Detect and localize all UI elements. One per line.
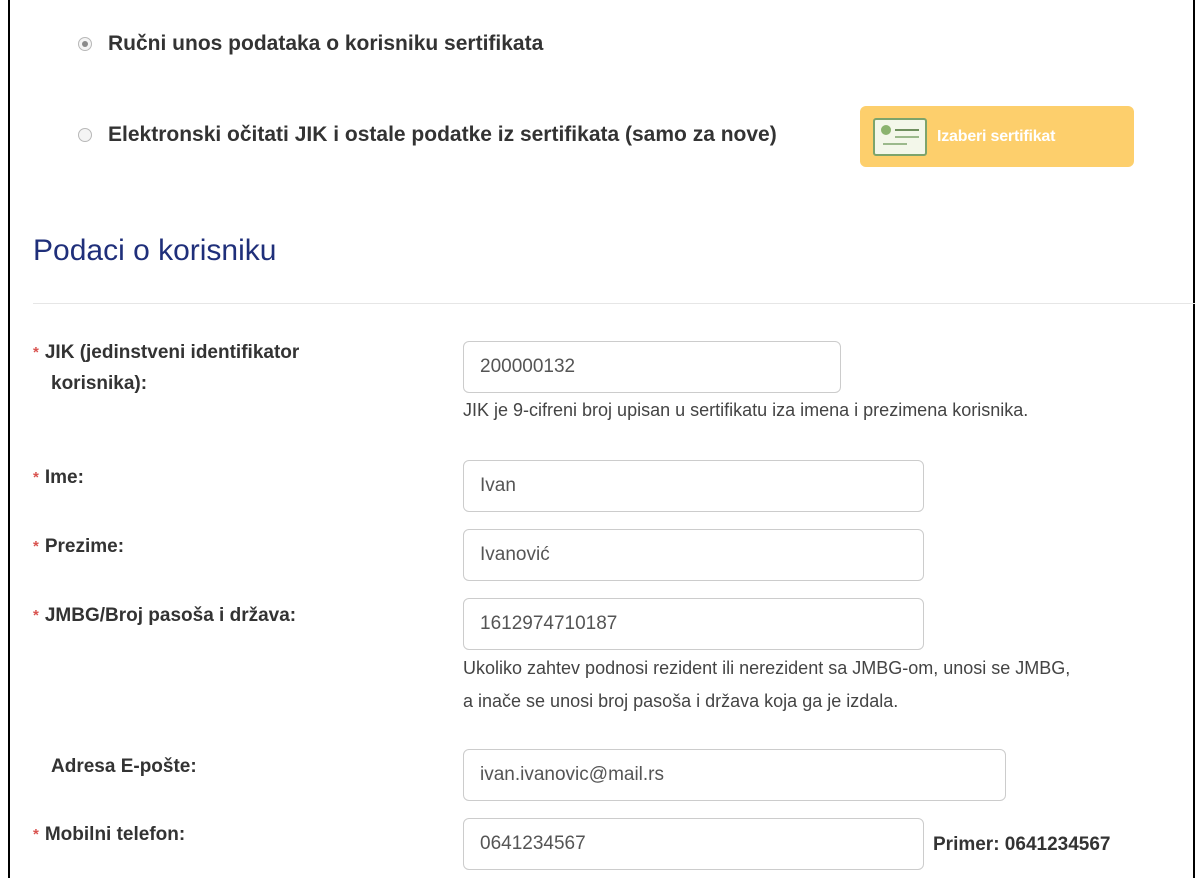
- ime-label-text: Ime:: [44, 467, 84, 488]
- jmbg-help-line1: Ukoliko zahtev podnosi rezident ili nere…: [463, 658, 1071, 678]
- ime-label: * Ime:: [33, 463, 84, 494]
- prezime-label-text: Prezime:: [44, 536, 125, 557]
- required-marker: *: [33, 469, 39, 486]
- mobile-label-text: Mobilni telefon:: [44, 824, 186, 845]
- manual-entry-label: Ručni unos podataka o korisniku sertifik…: [108, 32, 544, 55]
- mobile-label: * Mobilni telefon:: [33, 820, 185, 851]
- jik-label: * JIK (jedinstveni identifikator korisnik…: [33, 338, 299, 399]
- section-divider: [33, 303, 1195, 304]
- jik-input[interactable]: [463, 341, 841, 393]
- jmbg-label: * JMBG/Broj pasoša i država:: [33, 601, 296, 632]
- prezime-label: * Prezime:: [33, 532, 124, 563]
- jik-help-text: JIK je 9-cifreni broj upisan u sertifika…: [463, 400, 1029, 420]
- manual-entry-option[interactable]: Ručni unos podataka o korisniku sertifik…: [78, 32, 543, 56]
- ime-input[interactable]: [463, 460, 924, 512]
- required-marker: *: [33, 538, 39, 555]
- prezime-input[interactable]: [463, 529, 924, 581]
- select-certificate-button[interactable]: Izaberi sertifikat: [860, 106, 1134, 167]
- jmbg-input[interactable]: [463, 598, 924, 650]
- required-marker: *: [33, 607, 39, 624]
- manual-entry-radio[interactable]: [78, 37, 92, 51]
- mobile-input[interactable]: [463, 818, 924, 870]
- email-input[interactable]: [463, 749, 1006, 801]
- jik-label-line1: JIK (jedinstveni identifikator: [44, 342, 300, 363]
- certificate-icon: [873, 117, 927, 156]
- jik-label-line2: korisnika):: [51, 373, 148, 394]
- required-marker: *: [33, 344, 39, 361]
- required-marker: *: [33, 826, 39, 843]
- jmbg-help-text: Ukoliko zahtev podnosi rezident ili nere…: [463, 652, 1070, 718]
- electronic-read-option[interactable]: Elektronski očitati JIK i ostale podatke…: [78, 123, 777, 147]
- select-certificate-label: Izaberi sertifikat: [937, 127, 1056, 145]
- section-title: Podaci o korisniku: [33, 234, 277, 267]
- email-label: Adresa E-pošte:: [51, 756, 197, 777]
- electronic-read-radio[interactable]: [78, 128, 92, 142]
- jmbg-help-line2: a inače se unosi broj pasoša i država ko…: [463, 691, 899, 711]
- mobile-example-text: Primer: 0641234567: [933, 834, 1111, 855]
- electronic-read-label: Elektronski očitati JIK i ostale podatke…: [108, 123, 777, 146]
- jmbg-label-text: JMBG/Broj pasoša i država:: [44, 605, 297, 626]
